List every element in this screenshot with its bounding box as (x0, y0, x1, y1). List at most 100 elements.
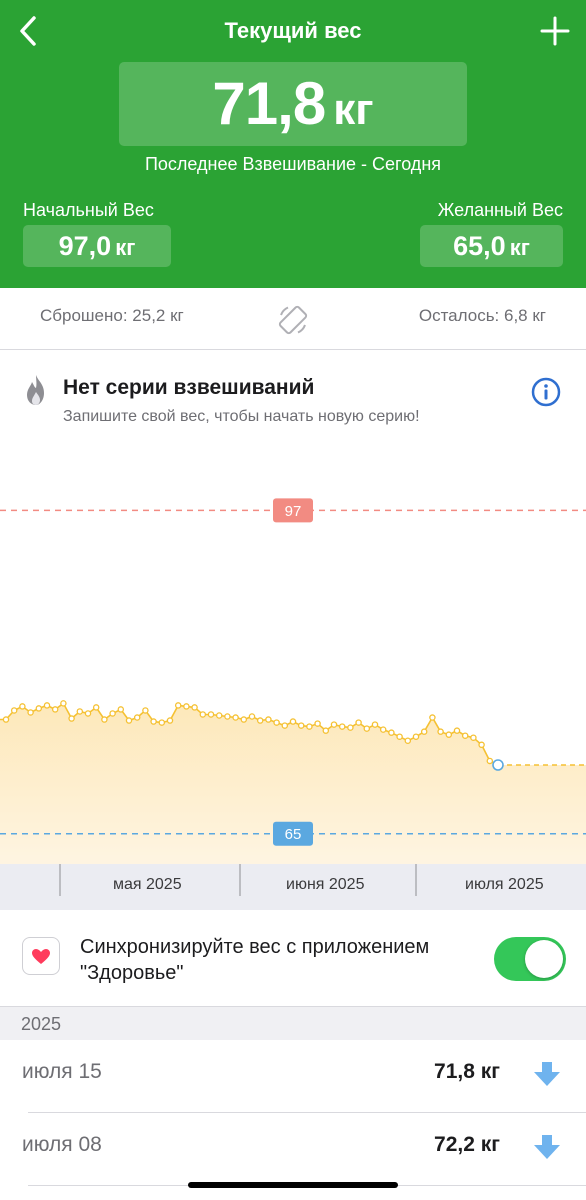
goal-weight-label: Желанный Вес (437, 200, 563, 220)
latest-weight-point (492, 759, 504, 771)
rotate-screen-icon[interactable] (276, 303, 310, 337)
last-weighin-text: Последнее Взвешивание - Сегодня (144, 154, 441, 174)
weight-data-point (84, 710, 92, 717)
weight-data-point (142, 707, 149, 714)
goal-weight-unit: кг (509, 235, 530, 260)
weight-data-point (445, 731, 453, 738)
weight-data-point (10, 707, 18, 714)
weight-data-point (166, 717, 174, 724)
weight-data-point (51, 706, 59, 713)
current-weight-value: 71,8 (212, 70, 326, 137)
weight-data-point (207, 711, 215, 718)
weight-entry-row[interactable]: июля 15 71,8 кг (0, 1040, 586, 1112)
home-indicator (188, 1182, 398, 1188)
weight-screen: Текущий вес 71,8 кг Последнее Взвешивание… (0, 0, 586, 1200)
weight-header: Текущий вес 71,8 кг Последнее Взвешивание… (0, 0, 586, 288)
info-icon[interactable] (531, 377, 561, 407)
weight-data-point (420, 728, 428, 735)
current-weight-unit: кг (333, 85, 374, 134)
entry-weight: 71,8 кг (434, 1060, 500, 1083)
weight-data-point (338, 723, 346, 730)
weight-data-point (429, 714, 436, 721)
health-sync-toggle[interactable] (494, 937, 566, 981)
weight-data-point (363, 725, 371, 732)
lost-weight-text: Сброшено: 25,2 кг (40, 306, 184, 325)
arrow-down-icon (534, 1062, 560, 1086)
entry-date: июля 08 (22, 1133, 102, 1156)
weight-data-point (92, 704, 100, 711)
weight-data-point (461, 732, 469, 739)
health-app-icon (22, 937, 60, 975)
weight-data-point (297, 722, 305, 729)
x-tick-label: июля 2025 (465, 876, 544, 893)
streak-subtitle: Запишите свой вес, чтобы начать новую се… (63, 408, 420, 425)
weight-data-point (453, 727, 461, 734)
weight-data-point (388, 729, 395, 736)
weight-data-point (240, 716, 248, 723)
weight-data-point (19, 703, 26, 710)
start-weight-label: Начальный Вес (23, 200, 154, 220)
year-label: 2025 (21, 1014, 62, 1034)
weight-data-point (150, 718, 157, 725)
weight-stats-row: Сброшено: 25,2 кг Осталось: 6,8 кг (0, 288, 586, 350)
weight-data-point (133, 714, 141, 721)
weight-data-point (101, 716, 108, 723)
entry-date: июля 15 (22, 1060, 102, 1083)
weight-data-point (174, 702, 182, 709)
goal-weight-pill[interactable]: 65,0 кг (420, 225, 563, 267)
year-section-header: 2025 (0, 1006, 586, 1040)
weight-data-point (232, 714, 239, 721)
toggle-knob (525, 940, 563, 978)
weight-entry-row[interactable]: июля 08 72,2 кг (0, 1113, 586, 1185)
remaining-weight-text: Осталось: 6,8 кг (418, 306, 546, 325)
weight-data-point (281, 722, 289, 729)
weight-data-point (215, 712, 223, 719)
start-weight-unit: кг (115, 235, 136, 260)
weight-data-point (27, 709, 34, 716)
weight-data-point (117, 706, 125, 713)
weight-data-point (265, 716, 272, 723)
weight-data-point (486, 757, 494, 765)
weight-data-point (396, 733, 403, 740)
x-tick-label: июня 2025 (286, 876, 365, 893)
weight-data-point (224, 713, 231, 720)
weight-data-point (43, 702, 51, 709)
weight-data-point (470, 734, 477, 741)
entry-weight: 72,2 кг (434, 1133, 500, 1156)
x-tick-label: мая 2025 (113, 876, 182, 893)
weight-data-point (68, 715, 75, 722)
weight-data-point (125, 717, 133, 724)
weight-data-point (2, 716, 10, 723)
weight-data-point (306, 723, 313, 730)
weight-data-point (109, 710, 116, 717)
weight-data-point (158, 719, 166, 726)
weight-data-point (35, 705, 43, 712)
weight-data-point (322, 727, 330, 734)
weight-data-point (404, 737, 412, 744)
weight-data-point (437, 728, 444, 735)
arrow-down-icon (534, 1135, 560, 1159)
weight-data-point (183, 703, 190, 710)
heart-icon (32, 949, 50, 964)
weight-data-point (256, 717, 264, 724)
streak-title: Нет серии взвешиваний (63, 376, 315, 399)
weight-data-point (330, 721, 338, 728)
start-weight-value: 97,0 (58, 231, 112, 261)
weight-data-point (289, 718, 297, 725)
goal-weight-badge-label: 65 (285, 826, 302, 843)
health-sync-text: Синхронизируйте вес с приложением "Здоро… (80, 936, 430, 984)
weight-data-point (478, 741, 485, 749)
weight-data-point (314, 720, 321, 727)
weight-data-point (412, 733, 420, 740)
current-weight-box[interactable]: 71,8 кг (119, 62, 467, 146)
weight-data-point (60, 700, 67, 707)
weight-chart[interactable]: 97 65 мая 2025 июня 2025 июля 2025 (0, 470, 586, 910)
weight-data-point (347, 724, 354, 731)
plus-icon[interactable] (538, 14, 572, 48)
goal-weight-value: 65,0 (453, 231, 506, 261)
start-weight-pill[interactable]: 97,0 кг (23, 225, 171, 267)
weight-data-point (199, 711, 207, 718)
weight-data-point (355, 719, 362, 726)
flame-icon (27, 375, 44, 405)
page-title: Текущий вес (224, 18, 362, 43)
